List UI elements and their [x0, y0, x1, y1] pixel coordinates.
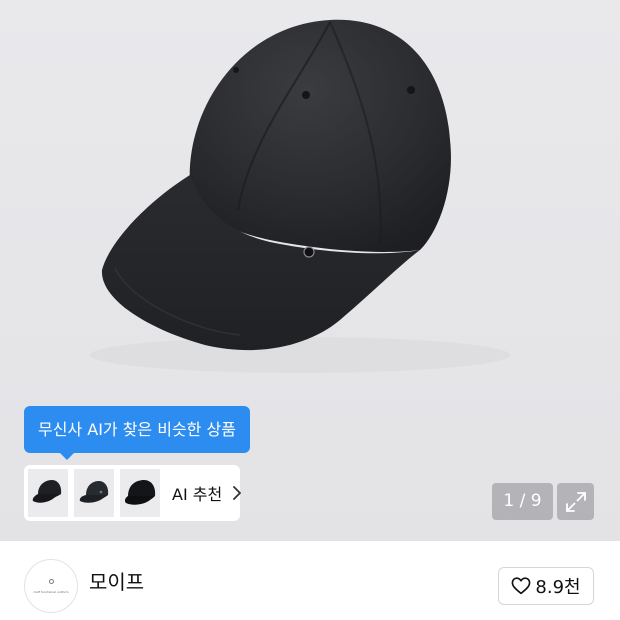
product-page: 무신사 AI가 찾은 비슷한 상품 AI 추천 1 / 9 mofl funct…	[0, 0, 620, 620]
fullscreen-button[interactable]	[557, 483, 594, 520]
ai-similar-products-tooltip[interactable]: 무신사 AI가 찾은 비슷한 상품	[24, 406, 250, 460]
product-image[interactable]	[0, 0, 620, 541]
cap-thumbnail-3[interactable]	[120, 469, 160, 517]
brand-logo-text: mofl functional uniform	[33, 590, 69, 594]
brand-name[interactable]: 모이프	[89, 569, 144, 595]
ai-tooltip-text: 무신사 AI가 찾은 비슷한 상품	[38, 420, 236, 439]
brand-logo[interactable]: mofl functional uniform	[24, 559, 78, 613]
cap-thumbnail-1[interactable]	[28, 469, 68, 517]
black-cap-image	[90, 19, 510, 373]
like-button[interactable]: 8.9천	[498, 567, 594, 605]
image-counter: 1 / 9	[492, 483, 553, 520]
chevron-right-icon	[232, 485, 242, 501]
cap-icon	[32, 480, 62, 503]
logo-mark-icon	[49, 579, 54, 584]
cap-icon	[124, 480, 156, 505]
brand-row: mofl functional uniform 모이프 8.9천	[0, 541, 620, 620]
ai-recommendation-card[interactable]: AI 추천	[24, 465, 242, 521]
cap-thumbnail-2[interactable]	[74, 469, 114, 517]
ai-recommend-label: AI 추천	[172, 485, 223, 504]
heart-icon	[511, 577, 531, 595]
cap-icon	[79, 481, 109, 503]
expand-icon	[565, 491, 586, 512]
like-count: 8.9천	[535, 577, 581, 598]
